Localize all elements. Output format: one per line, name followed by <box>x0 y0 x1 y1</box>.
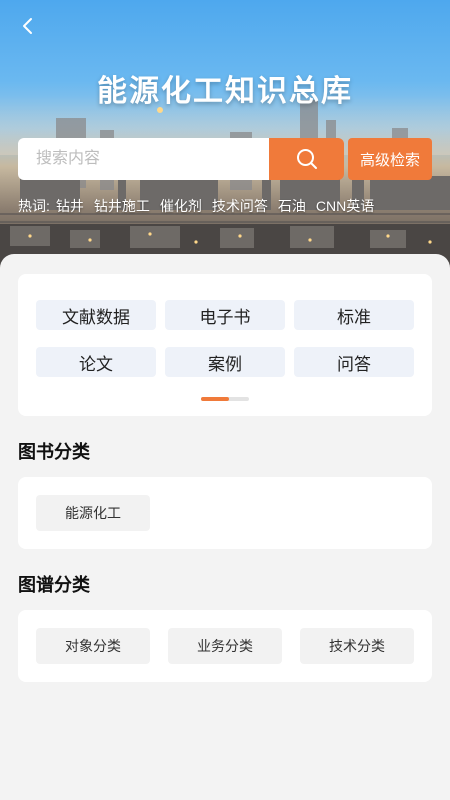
graph-chip-object[interactable]: 对象分类 <box>36 628 150 664</box>
book-section-title: 图书分类 <box>18 442 90 462</box>
category-case[interactable]: 案例 <box>165 347 285 377</box>
refinery-background-image <box>0 95 450 268</box>
hot-word-tag[interactable]: 钻井施工 <box>94 196 150 216</box>
book-chip-energy-chemical[interactable]: 能源化工 <box>36 495 150 531</box>
category-ebook[interactable]: 电子书 <box>165 300 285 330</box>
chevron-left-icon <box>23 18 32 34</box>
graph-chip-business[interactable]: 业务分类 <box>168 628 282 664</box>
hot-word-tag[interactable]: 钻井 <box>56 196 84 216</box>
hot-word-tag[interactable]: 石油 <box>278 196 306 216</box>
advanced-search-button[interactable]: 高级检索 <box>348 138 432 180</box>
graph-section-title: 图谱分类 <box>18 575 90 595</box>
category-card: 文献数据 电子书 标准 论文 案例 问答 <box>18 274 432 416</box>
hot-words-row: 热词: 钻井 钻井施工 催化剂 技术问答 石油 CNN英语 <box>18 196 384 216</box>
graph-chip-technology[interactable]: 技术分类 <box>300 628 414 664</box>
hot-word-tag[interactable]: 技术问答 <box>212 196 268 216</box>
back-button[interactable] <box>14 12 42 40</box>
category-literature[interactable]: 文献数据 <box>36 300 156 330</box>
graph-category-card: 对象分类 业务分类 技术分类 <box>18 610 432 682</box>
search-input[interactable] <box>18 138 269 180</box>
hot-word-tag[interactable]: 催化剂 <box>160 196 202 216</box>
book-category-card: 能源化工 <box>18 477 432 549</box>
category-standard[interactable]: 标准 <box>294 300 414 330</box>
category-paper[interactable]: 论文 <box>36 347 156 377</box>
hero-banner: 能源化工知识总库 <box>0 0 450 268</box>
search-button[interactable] <box>269 138 344 180</box>
hot-word-tag[interactable]: CNN英语 <box>316 196 374 216</box>
page-title: 能源化工知识总库 <box>97 74 353 109</box>
hot-words-label: 热词: <box>18 198 50 214</box>
category-qa[interactable]: 问答 <box>294 347 414 377</box>
category-grid: 文献数据 电子书 标准 论文 案例 问答 <box>36 300 414 377</box>
search-bar <box>18 138 344 180</box>
page-indicator-active <box>201 397 229 401</box>
page-indicator <box>201 397 249 401</box>
search-icon <box>296 149 317 169</box>
